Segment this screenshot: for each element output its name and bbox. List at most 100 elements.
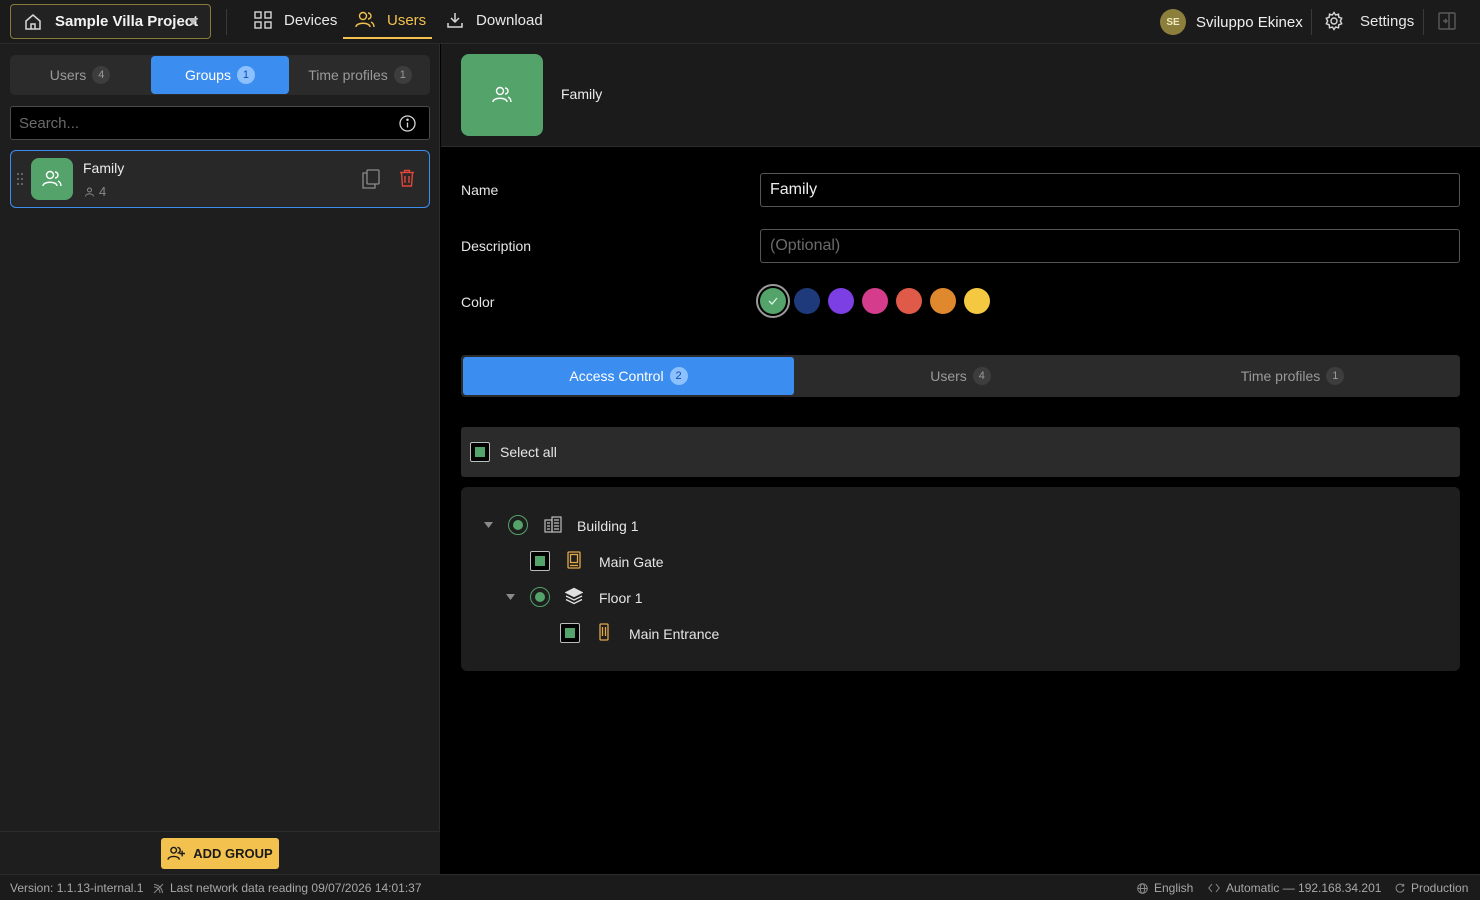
trash-icon[interactable] [399, 169, 415, 187]
list-item[interactable]: Family 4 [10, 150, 430, 208]
drag-handle-icon[interactable] [16, 172, 24, 186]
list-tabs: Users 4 Groups 1 Time profiles 1 [10, 55, 430, 95]
add-group-label: ADD GROUP [193, 846, 273, 861]
search-input[interactable] [19, 107, 389, 139]
tab-groups-label: Groups [185, 67, 231, 83]
tab-users-label: Users [930, 368, 967, 384]
tab-groups-count: 1 [236, 66, 255, 84]
color-label: Color [461, 294, 495, 310]
name-label: Name [461, 182, 499, 198]
color-swatch[interactable] [794, 288, 820, 314]
version-text: Version: 1.1.13-internal.1 [10, 881, 144, 895]
detail-tabs: Access Control 2 Users 4 Time profiles 1 [461, 355, 1460, 397]
grid-icon [254, 11, 272, 29]
tab-time-profiles[interactable]: Time profiles 1 [290, 56, 430, 94]
select-all-checkbox[interactable] [470, 442, 490, 462]
download-icon [446, 11, 464, 29]
name-field[interactable] [761, 174, 1459, 206]
tree-main-gate-label: Main Gate [599, 554, 664, 570]
globe-icon [1137, 882, 1148, 894]
page-title: Family [561, 86, 603, 102]
copy-icon[interactable] [362, 169, 380, 189]
group-detail-panel: Family Name Description Color Access Con… [441, 44, 1480, 874]
left-footer: ADD GROUP [0, 831, 440, 874]
color-swatch[interactable] [896, 288, 922, 314]
users-icon [355, 11, 375, 29]
tab-time-profiles-label: Time profiles [308, 67, 388, 83]
add-group-button[interactable]: ADD GROUP [161, 838, 279, 869]
main-entrance-checkbox[interactable] [560, 623, 580, 643]
nav-devices[interactable]: Devices [254, 0, 337, 40]
tree-main-entrance-label: Main Entrance [629, 626, 720, 642]
layers-icon [565, 587, 583, 605]
last-reading: Last network data reading 09/07/2026 14:… [153, 881, 422, 895]
nav-active-indicator [343, 37, 432, 39]
status-bar: Version: 1.1.13-internal.1 Last network … [0, 874, 1480, 900]
group-icon [461, 54, 543, 136]
language-selector[interactable]: English [1137, 881, 1193, 895]
building-icon [544, 516, 562, 533]
user-menu[interactable]: SE Sviluppo Ekinex [1160, 9, 1303, 35]
description-field-box [760, 229, 1460, 263]
group-member-count: 4 [85, 184, 106, 199]
chevron-down-icon[interactable] [506, 594, 515, 601]
nav-users[interactable]: Users [355, 0, 426, 40]
chevron-down-icon [188, 18, 198, 26]
color-swatch[interactable] [964, 288, 990, 314]
divider [226, 9, 227, 35]
avatar: SE [1160, 9, 1186, 35]
detail-header: Family [441, 44, 1480, 147]
floor-selector[interactable] [530, 587, 550, 607]
home-icon [23, 12, 43, 32]
logout-icon[interactable] [1438, 12, 1456, 30]
gear-icon [1324, 11, 1344, 31]
tab-time-profiles[interactable]: Time profiles 1 [1127, 357, 1458, 395]
user-name: Sviluppo Ekinex [1196, 13, 1303, 31]
color-swatch[interactable] [828, 288, 854, 314]
tab-time-profiles-count: 1 [1326, 367, 1345, 385]
group-icon [31, 158, 73, 200]
tab-time-profiles-label: Time profiles [1240, 368, 1321, 384]
project-name: Sample Villa Project [55, 13, 199, 30]
main-gate-checkbox[interactable] [530, 551, 550, 571]
tab-access-control-label: Access Control [569, 368, 664, 384]
group-member-count-value: 4 [99, 184, 107, 199]
environment-indicator[interactable]: Production [1395, 881, 1468, 895]
search-box [10, 106, 430, 140]
color-swatch[interactable] [930, 288, 956, 314]
tree-floor-label: Floor 1 [599, 590, 643, 606]
network-mode[interactable]: Automatic — 192.168.34.201 [1208, 881, 1381, 895]
tab-users[interactable]: Users 4 [10, 56, 150, 94]
network-mode-text: Automatic — 192.168.34.201 [1226, 881, 1382, 895]
group-name: Family [83, 160, 125, 176]
description-label: Description [461, 238, 532, 254]
select-all-label: Select all [500, 444, 557, 460]
divider [1311, 9, 1312, 35]
environment-text: Production [1411, 881, 1469, 895]
tab-users-count: 4 [972, 367, 991, 385]
tab-access-control[interactable]: Access Control 2 [463, 357, 794, 395]
left-panel: Users 4 Groups 1 Time profiles 1 Family [0, 44, 440, 874]
settings-button[interactable]: Settings [1324, 11, 1414, 31]
nav-download[interactable]: Download [446, 0, 543, 40]
tab-users-label: Users [49, 67, 87, 83]
refresh-icon [1395, 883, 1405, 893]
info-icon[interactable] [399, 115, 416, 132]
add-group-icon [167, 846, 186, 861]
color-swatch-selected[interactable] [756, 284, 790, 318]
top-bar: Sample Villa Project Devices Users Downl… [0, 0, 1480, 44]
tab-time-profiles-count: 1 [393, 66, 412, 84]
nav-devices-label: Devices [284, 11, 338, 29]
divider [1423, 9, 1424, 35]
language-text: English [1154, 881, 1194, 895]
user-small-icon [85, 187, 94, 197]
building-selector[interactable] [508, 515, 528, 535]
description-field[interactable] [761, 230, 1459, 262]
nav-users-label: Users [387, 11, 427, 29]
project-selector[interactable]: Sample Villa Project [10, 4, 211, 39]
chevron-down-icon[interactable] [484, 522, 493, 529]
door-icon [599, 623, 609, 641]
color-swatch[interactable] [862, 288, 888, 314]
tab-users[interactable]: Users 4 [795, 357, 1126, 395]
tab-groups[interactable]: Groups 1 [151, 56, 289, 94]
